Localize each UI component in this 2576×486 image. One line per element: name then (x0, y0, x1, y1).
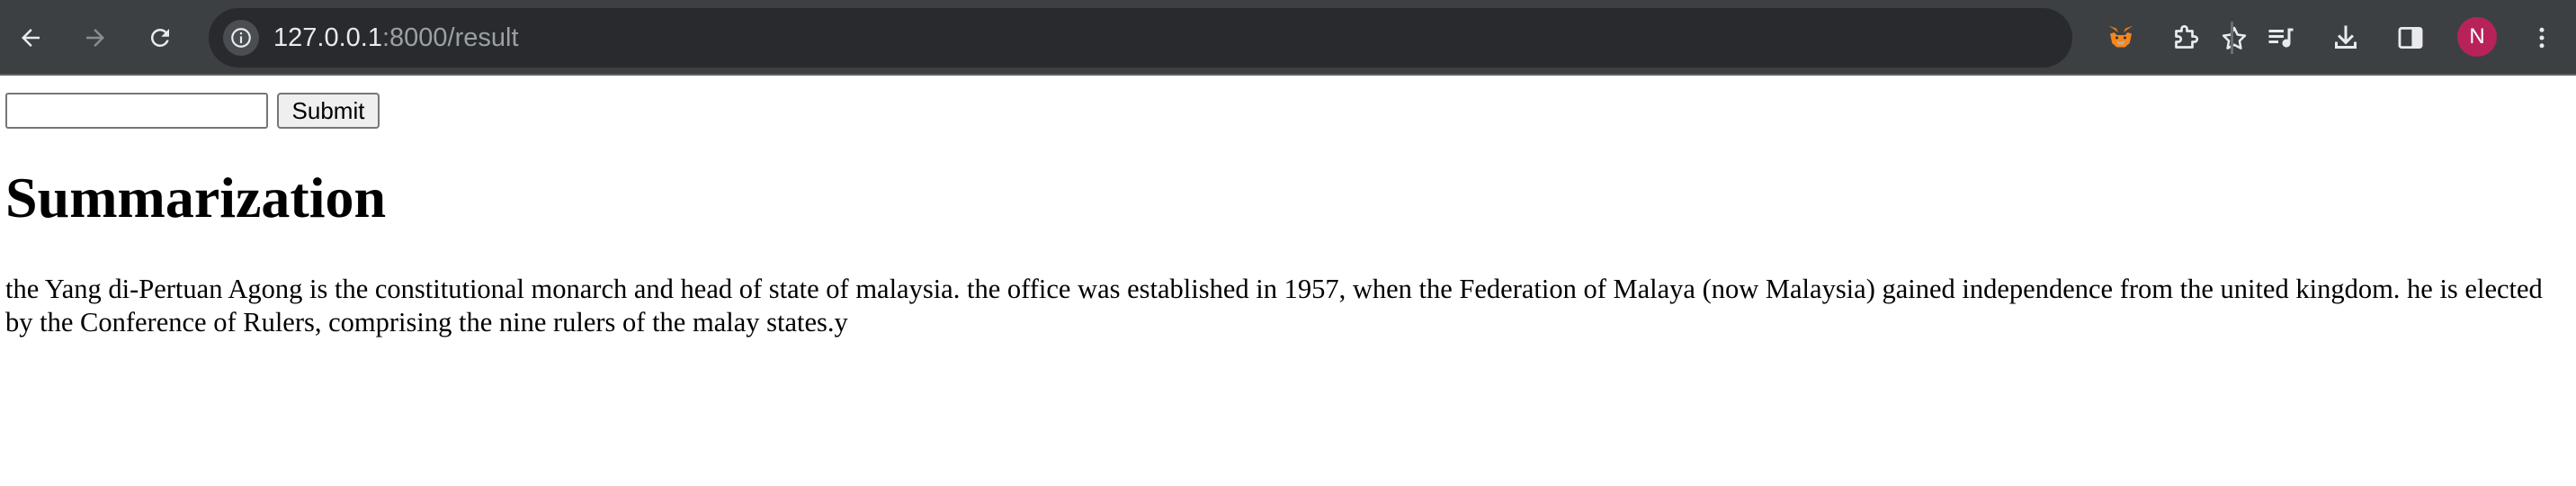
page-title: Summarization (5, 166, 387, 230)
profile-avatar[interactable]: N (2457, 17, 2497, 57)
url-path: :8000/result (381, 23, 519, 52)
url-text[interactable]: 127.0.0.1:8000/result (273, 21, 519, 55)
metamask-fox-icon[interactable] (2099, 16, 2142, 59)
summary-text: the Yang di-Pertuan Agong is the constit… (5, 274, 2543, 338)
back-icon (22, 29, 40, 47)
query-input[interactable] (5, 93, 268, 129)
bookmark-star-icon[interactable] (2216, 21, 2252, 57)
submit-button[interactable]: Submit (277, 93, 380, 129)
url-host: 127.0.0.1 (273, 23, 382, 52)
download-icon[interactable] (2324, 16, 2367, 59)
reload-icon (150, 28, 169, 47)
site-info-icon[interactable] (223, 20, 259, 56)
page-content: Submit Summarization the Yang di-Pertuan… (0, 76, 2576, 486)
side-panel-icon[interactable] (2389, 16, 2432, 59)
reload-button[interactable] (137, 14, 183, 61)
toolbar-separator (2231, 22, 2233, 54)
reading-list-icon[interactable] (2259, 16, 2303, 59)
browser-toolbar: 127.0.0.1:8000/result N (0, 0, 2576, 76)
forward-button[interactable] (72, 14, 119, 61)
address-bar[interactable]: 127.0.0.1:8000/result (209, 8, 2247, 68)
menu-kebab-icon[interactable] (2520, 16, 2563, 59)
extensions-puzzle-icon[interactable] (2164, 16, 2207, 59)
back-button[interactable] (7, 14, 54, 61)
forward-icon (86, 29, 104, 47)
